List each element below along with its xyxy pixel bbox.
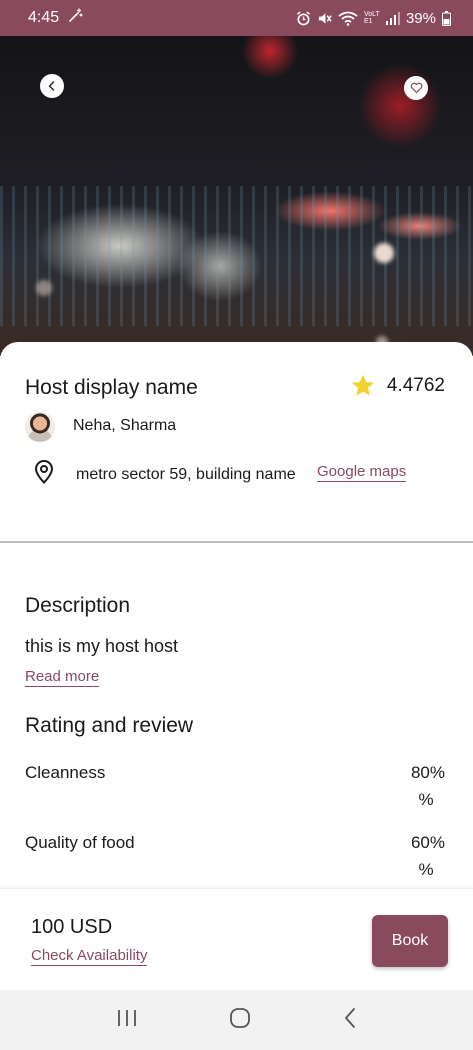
recent-apps-icon — [117, 1009, 136, 1026]
read-more-link[interactable]: Read more — [25, 668, 100, 687]
rating-metric-percent: 60% — [410, 833, 445, 852]
favorite-button[interactable] — [404, 76, 428, 100]
description-text: this is my host host — [25, 636, 179, 656]
avatar[interactable] — [25, 412, 55, 442]
google-maps-link[interactable]: Google maps — [317, 463, 407, 482]
signal-icon — [385, 11, 400, 25]
address: metro sector 59, building name — [76, 466, 296, 483]
sparkle-icon — [67, 7, 83, 29]
map-pin-icon — [34, 460, 54, 484]
home-button[interactable] — [229, 1007, 251, 1034]
hero-image-texture — [0, 186, 473, 326]
rating-metric-unit: % — [418, 790, 434, 809]
system-back-button[interactable] — [342, 1007, 358, 1034]
rating-summary: 4.4762 — [351, 374, 445, 397]
price: 100 USD — [31, 916, 113, 938]
rating-value: 4.4762 — [386, 374, 445, 396]
chevron-left-icon — [48, 81, 55, 91]
status-bar: 4:45 VoLTE1 39% — [0, 0, 473, 36]
hero-image-light — [36, 280, 52, 296]
recent-apps-button[interactable] — [116, 1008, 138, 1033]
rating-metric-unit: % — [418, 860, 434, 879]
network-label: VoLTE1 — [363, 11, 380, 25]
hero-image — [0, 36, 473, 356]
hero-image-light — [374, 243, 394, 263]
host-name: Neha, Sharma — [73, 417, 177, 434]
heart-icon — [410, 82, 422, 94]
system-nav-bar — [0, 990, 473, 1050]
rating-metric-label: Quality of food — [25, 833, 135, 852]
home-icon — [229, 1007, 250, 1028]
rating-review-title: Rating and review — [25, 714, 194, 737]
description-title: Description — [25, 594, 131, 617]
status-time: 4:45 — [28, 9, 60, 26]
wifi-icon — [338, 11, 358, 26]
booking-bar: 100 USD Check Availability Book — [0, 888, 473, 990]
battery-icon — [442, 10, 451, 26]
divider — [0, 541, 473, 543]
back-arrow-icon — [344, 1007, 355, 1028]
rating-metric-value: 60% % — [385, 829, 445, 883]
host-display-name: Host display name — [25, 376, 198, 399]
battery-percent: 39% — [405, 9, 436, 27]
check-availability-link[interactable]: Check Availability — [31, 947, 148, 966]
rating-metric-percent: 80% — [410, 763, 445, 782]
book-button[interactable]: Book — [372, 915, 448, 967]
rating-metric-label: Cleanness — [25, 763, 106, 782]
back-button[interactable] — [40, 74, 64, 98]
mute-icon — [317, 11, 332, 26]
rating-metric-value: 80% % — [385, 759, 445, 813]
star-icon — [351, 374, 374, 396]
alarm-icon — [296, 11, 311, 26]
